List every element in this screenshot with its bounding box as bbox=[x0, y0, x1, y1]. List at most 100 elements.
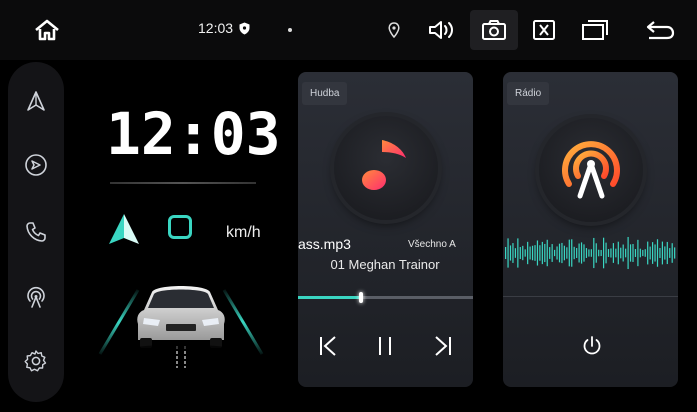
waveform-bar bbox=[656, 239, 659, 267]
waveform-bar bbox=[546, 239, 548, 267]
waveform-bar bbox=[585, 248, 588, 258]
speed-indicator-box bbox=[168, 215, 192, 239]
waveform-bar bbox=[649, 246, 651, 260]
waveform-bar bbox=[666, 241, 668, 265]
waveform-bar bbox=[637, 239, 639, 267]
waveform-bar bbox=[556, 246, 558, 260]
music-note bbox=[360, 136, 412, 196]
waveform-bar bbox=[622, 244, 624, 262]
radio-logo bbox=[558, 134, 624, 202]
waveform-bar bbox=[524, 249, 526, 257]
carplay-icon bbox=[25, 154, 47, 176]
waveform-bar bbox=[617, 241, 619, 265]
waveform-bar bbox=[558, 243, 561, 263]
sidebar-item-phone[interactable] bbox=[21, 217, 51, 247]
waveform-bar bbox=[590, 249, 592, 257]
pause-icon bbox=[379, 337, 391, 355]
screenshot-icon bbox=[482, 20, 506, 40]
location-indicator bbox=[384, 10, 404, 50]
waveform-bar bbox=[580, 242, 583, 264]
waveform-bar bbox=[639, 248, 641, 258]
waveform-bar bbox=[529, 246, 531, 260]
waveform-bar bbox=[654, 244, 656, 262]
location-pin-icon bbox=[388, 22, 400, 38]
next-button[interactable] bbox=[428, 331, 458, 361]
clock-divider bbox=[110, 182, 256, 184]
waveform-bar bbox=[644, 249, 646, 257]
waveform-bar bbox=[625, 248, 627, 258]
waveform-bar bbox=[593, 237, 595, 269]
waveform-bar bbox=[514, 248, 516, 258]
radio-broadcast-icon bbox=[562, 141, 620, 199]
progress-track[interactable] bbox=[298, 296, 473, 299]
audio-waveform bbox=[505, 236, 676, 270]
sidebar-item-navigation[interactable] bbox=[21, 86, 51, 116]
waveform-bar bbox=[512, 243, 514, 263]
waveform-bar bbox=[595, 243, 597, 263]
waveform-bar bbox=[534, 245, 536, 261]
waveform-bar bbox=[612, 243, 614, 263]
waveform-bar bbox=[647, 241, 649, 265]
screenshot-button[interactable] bbox=[470, 10, 518, 50]
close-app-button[interactable] bbox=[528, 10, 560, 50]
navigation-icon bbox=[27, 91, 45, 111]
direction-arrow-icon bbox=[109, 214, 139, 244]
pause-button[interactable] bbox=[370, 331, 400, 361]
recent-apps-icon bbox=[582, 20, 608, 40]
waveform-bar bbox=[563, 245, 565, 261]
track-title: ass.mp3 bbox=[298, 236, 351, 252]
waveform-bar bbox=[588, 249, 590, 257]
radio-power-button[interactable] bbox=[577, 331, 607, 361]
power-icon bbox=[583, 336, 601, 355]
waveform-bar bbox=[536, 240, 539, 266]
previous-button[interactable] bbox=[313, 331, 343, 361]
waveform-bar bbox=[634, 249, 637, 257]
waveform-bar bbox=[517, 238, 519, 268]
progress-thumb[interactable] bbox=[359, 292, 363, 303]
volume-button[interactable] bbox=[424, 10, 460, 50]
waveform-bar bbox=[541, 241, 543, 265]
waveform-bar bbox=[659, 247, 661, 259]
waveform-bar bbox=[605, 242, 607, 264]
sidebar-item-carplay[interactable] bbox=[21, 150, 51, 180]
track-artist: 01 Meghan Trainor bbox=[330, 257, 440, 272]
waveform-bar bbox=[522, 245, 524, 261]
waveform-bar bbox=[544, 243, 546, 263]
back-button[interactable] bbox=[643, 10, 679, 50]
status-time: 12:03 bbox=[198, 20, 250, 36]
waveform-bar bbox=[539, 245, 541, 261]
music-note-icon bbox=[362, 136, 406, 190]
dashboard-clock: 12:03 bbox=[106, 100, 281, 168]
phone-icon bbox=[26, 222, 46, 242]
sidebar bbox=[8, 62, 64, 402]
status-bar: 12:03 bbox=[0, 0, 697, 60]
waveform-bar bbox=[531, 245, 534, 261]
waveform-bar bbox=[527, 241, 529, 265]
radio-divider bbox=[503, 296, 678, 297]
waveform-bar bbox=[627, 236, 629, 270]
waveform-bar bbox=[554, 249, 556, 257]
waveform-bar bbox=[615, 248, 617, 258]
waveform-bar bbox=[674, 247, 676, 259]
sidebar-item-radio[interactable] bbox=[21, 282, 51, 312]
waveform-bar bbox=[551, 244, 553, 262]
sidebar-item-settings[interactable] bbox=[21, 346, 51, 376]
speed-unit: km/h bbox=[226, 224, 261, 241]
waveform-bar bbox=[620, 247, 622, 259]
waveform-bar bbox=[561, 242, 563, 264]
waveform-bar bbox=[578, 243, 580, 263]
radio-card-tag: Rádio bbox=[507, 82, 550, 105]
waveform-bar bbox=[600, 249, 602, 257]
home-button[interactable] bbox=[30, 10, 64, 50]
waveform-bar bbox=[603, 237, 605, 269]
status-dot bbox=[288, 28, 292, 32]
waveform-bar bbox=[549, 247, 551, 259]
car-icon bbox=[98, 286, 264, 368]
direction-arrow bbox=[107, 212, 141, 246]
waveform-bar bbox=[583, 244, 585, 262]
waveform-bar bbox=[629, 244, 632, 262]
close-app-icon bbox=[533, 20, 555, 40]
waveform-bar bbox=[576, 248, 578, 258]
recent-apps-button[interactable] bbox=[578, 10, 612, 50]
waveform-bar bbox=[598, 249, 600, 257]
